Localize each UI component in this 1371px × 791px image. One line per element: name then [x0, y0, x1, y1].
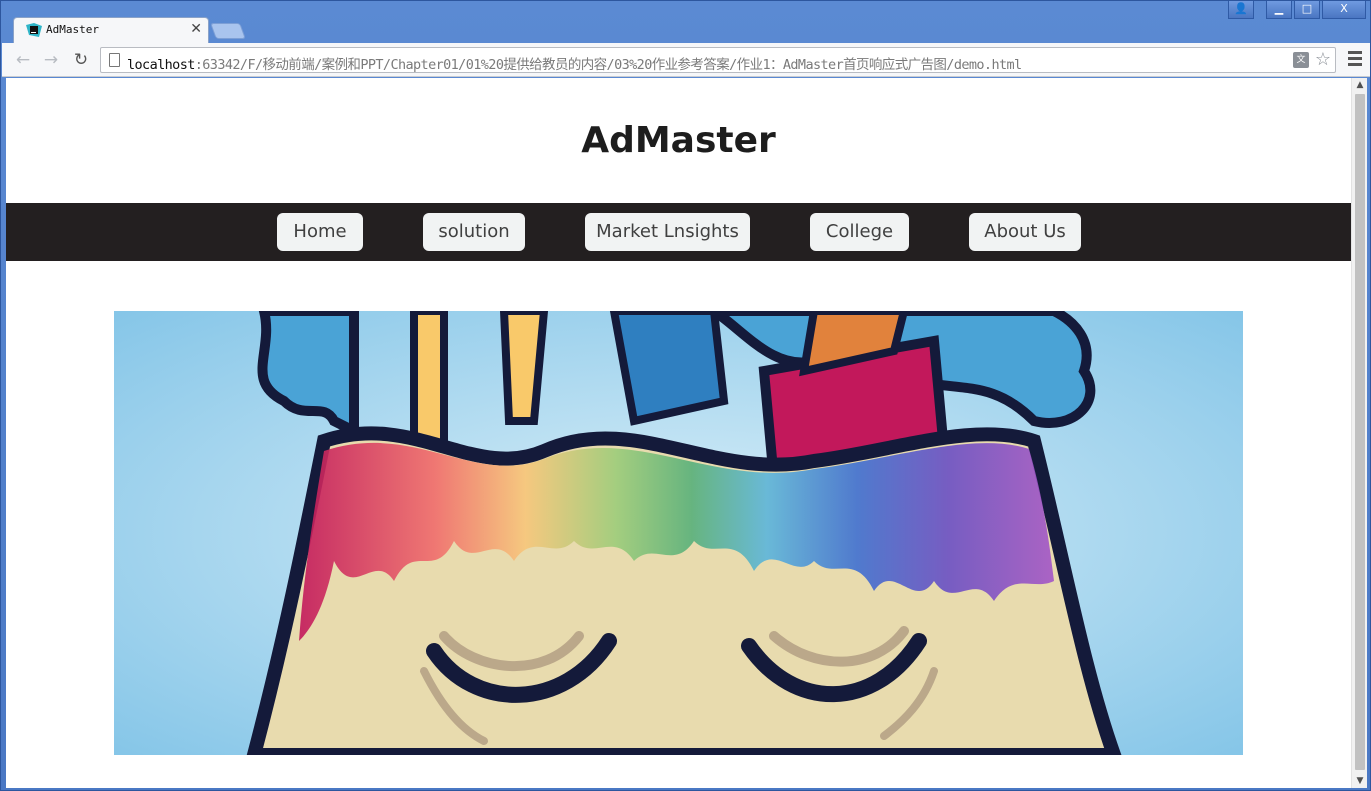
scroll-down-icon[interactable]: ▼: [1352, 774, 1368, 788]
new-tab-button[interactable]: [210, 23, 246, 39]
tab-close-icon[interactable]: ✕: [190, 21, 202, 37]
translate-icon[interactable]: 文: [1293, 52, 1309, 68]
vertical-scrollbar[interactable]: ▲ ▼: [1351, 78, 1367, 788]
back-arrow-icon[interactable]: ←: [12, 50, 34, 70]
hamburger-menu-icon[interactable]: [1348, 51, 1362, 67]
main-nav: Home solution Market Lnsights College Ab…: [6, 203, 1351, 261]
hero-banner-image: [114, 311, 1243, 755]
user-icon[interactable]: 👤: [1228, 1, 1254, 19]
nav-solution[interactable]: solution: [423, 213, 525, 251]
scrollbar-thumb[interactable]: [1355, 94, 1365, 770]
webstorm-icon: [26, 23, 42, 37]
minimize-button[interactable]: ▁: [1266, 1, 1292, 19]
address-bar[interactable]: localhost:63342/F/移动前端/案例和PPT/Chapter01/…: [100, 47, 1336, 73]
url-host: localhost: [127, 57, 195, 73]
window-controls: 👤 ▁ □ X: [1226, 1, 1366, 19]
url-text[interactable]: localhost:63342/F/移动前端/案例和PPT/Chapter01/…: [127, 53, 1022, 73]
scroll-up-icon[interactable]: ▲: [1352, 78, 1368, 92]
maximize-button[interactable]: □: [1294, 1, 1320, 19]
browser-window: AdMaster ✕ 👤 ▁ □ X ← → ↻ localhost:63342…: [0, 0, 1371, 791]
reload-icon[interactable]: ↻: [70, 50, 92, 70]
forward-arrow-icon[interactable]: →: [40, 50, 62, 70]
nav-home[interactable]: Home: [277, 213, 363, 251]
nav-market-insights[interactable]: Market Lnsights: [585, 213, 750, 251]
nav-college[interactable]: College: [810, 213, 909, 251]
tab-title: AdMaster: [46, 23, 99, 36]
close-window-button[interactable]: X: [1322, 1, 1366, 19]
page-icon: [109, 53, 120, 67]
page-viewport: AdMaster Home solution Market Lnsights C…: [6, 78, 1351, 788]
url-path: :63342/F/移动前端/案例和PPT/Chapter01/01%20提供给教…: [194, 57, 1022, 73]
tab-strip: AdMaster ✕ 👤 ▁ □ X: [1, 1, 1370, 43]
browser-toolbar: ← → ↻ localhost:63342/F/移动前端/案例和PPT/Chap…: [2, 43, 1370, 77]
site-title: AdMaster: [581, 120, 776, 161]
nav-about-us[interactable]: About Us: [969, 213, 1081, 251]
tab-admaster[interactable]: AdMaster ✕: [13, 17, 209, 43]
bookmark-star-icon[interactable]: ☆: [1315, 49, 1331, 70]
